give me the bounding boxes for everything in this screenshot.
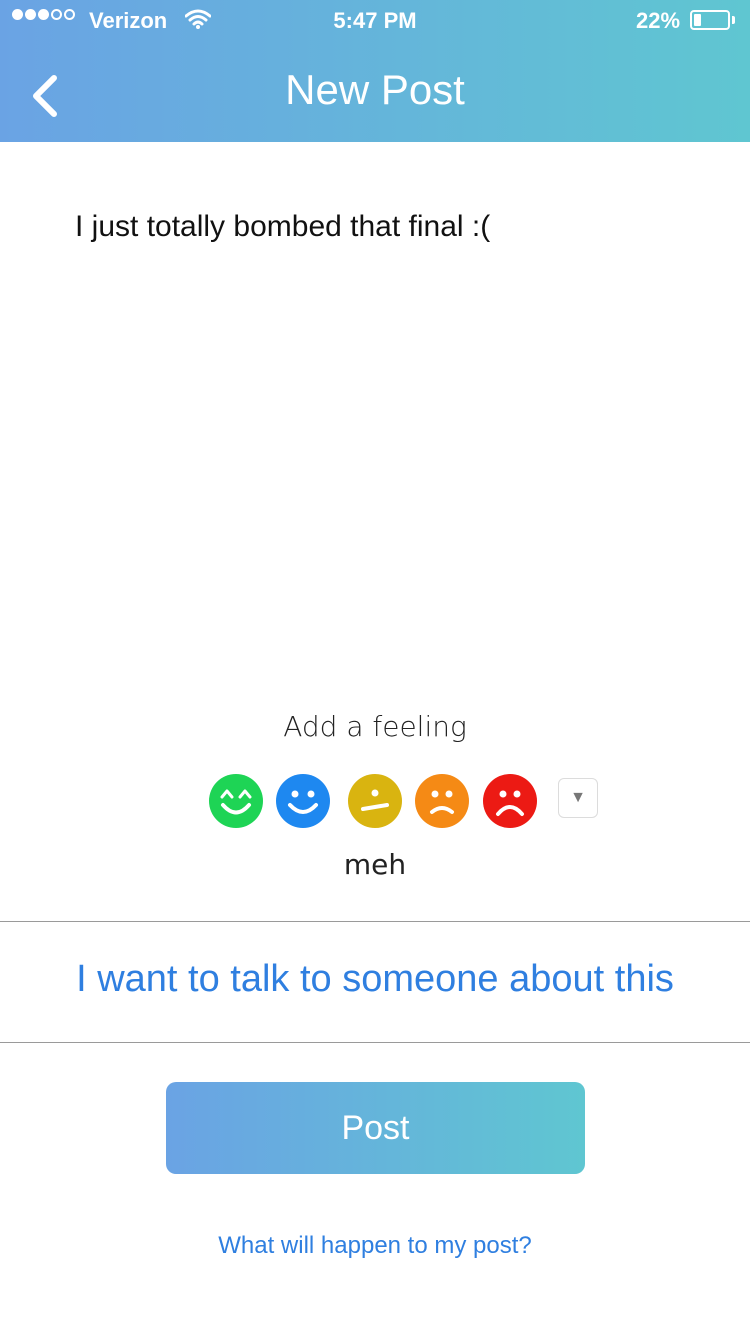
status-bar: Verizon 5:47 PM 22% bbox=[0, 0, 750, 40]
sad-face-icon[interactable] bbox=[415, 774, 469, 828]
expand-feelings-button[interactable]: ▼ bbox=[558, 778, 598, 818]
feeling-picker bbox=[0, 774, 750, 828]
divider bbox=[0, 1042, 750, 1043]
page-title: New Post bbox=[285, 66, 465, 113]
talk-to-someone-option[interactable]: I want to talk to someone about this bbox=[0, 958, 750, 1001]
header-bar: Verizon 5:47 PM 22% New Post bbox=[0, 0, 750, 142]
divider bbox=[0, 921, 750, 922]
what-happens-link[interactable]: What will happen to my post? bbox=[0, 1232, 750, 1260]
battery-percentage: 22% bbox=[636, 8, 681, 33]
battery-icon bbox=[690, 10, 730, 30]
very-happy-face-icon[interactable] bbox=[209, 774, 263, 828]
battery-level-fill bbox=[694, 14, 701, 26]
selected-feeling-label: meh bbox=[343, 848, 407, 881]
post-button-label: Post bbox=[341, 1108, 410, 1147]
post-button[interactable]: Post bbox=[166, 1082, 585, 1174]
very-sad-face-icon[interactable] bbox=[483, 774, 537, 828]
happy-face-icon[interactable] bbox=[276, 774, 330, 828]
post-text-area[interactable]: I just totally bombed that final :( bbox=[75, 210, 490, 244]
meh-face-icon[interactable] bbox=[348, 774, 402, 828]
battery-tip bbox=[732, 16, 735, 24]
triangle-down-icon: ▼ bbox=[570, 789, 586, 806]
add-feeling-label: Add a feeling bbox=[283, 710, 467, 743]
